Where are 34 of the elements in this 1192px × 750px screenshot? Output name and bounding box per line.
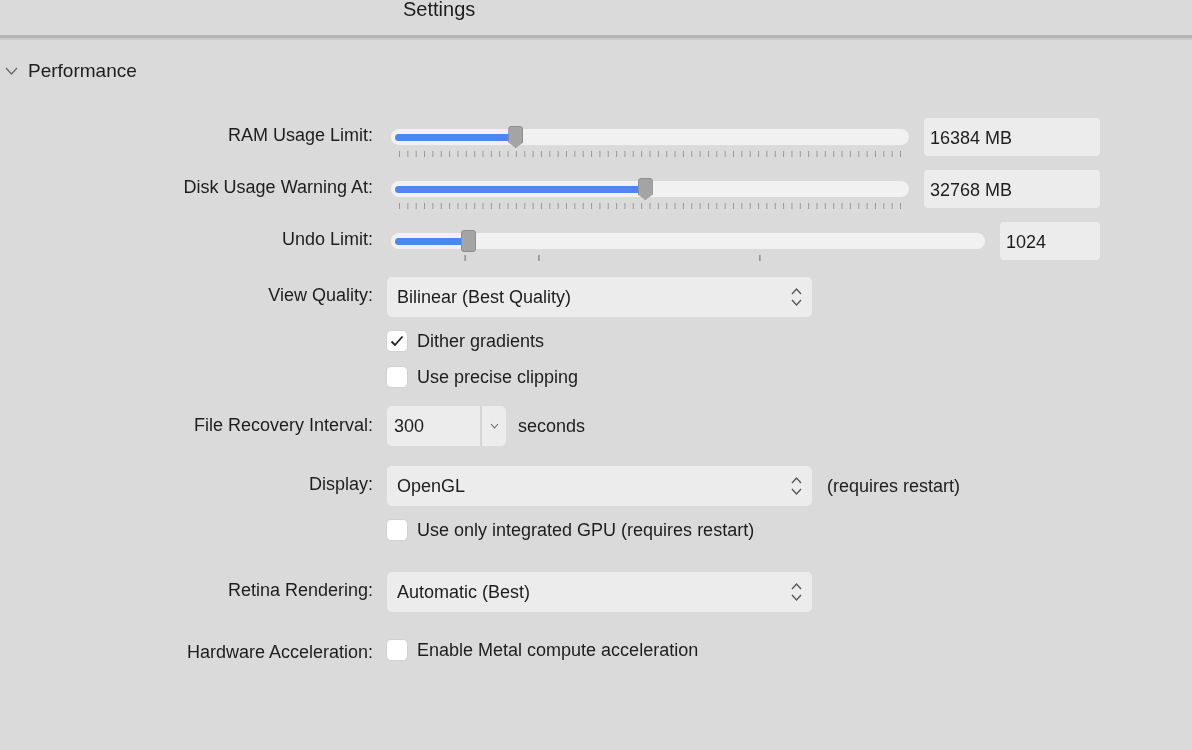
- combo-box[interactable]: 300: [387, 406, 506, 446]
- chevron-down-icon: [489, 423, 499, 429]
- dropdown-select[interactable]: Automatic (Best): [387, 572, 812, 612]
- note-text: (requires restart): [827, 475, 961, 497]
- checkmark-icon: [390, 335, 404, 347]
- slider[interactable]: [391, 177, 909, 201]
- up-down-chevron-icon: [791, 581, 802, 603]
- setting-label: Display:: [308, 473, 373, 495]
- setting-label: Undo Limit:: [281, 228, 373, 250]
- slider-thumb[interactable]: [461, 230, 477, 252]
- setting-label: Hardware Acceleration:: [186, 641, 373, 663]
- dropdown-select[interactable]: OpenGL: [387, 466, 812, 506]
- dropdown-select[interactable]: Bilinear (Best Quality): [387, 277, 812, 317]
- value-field[interactable]: 16384 MB: [924, 118, 1100, 156]
- checkbox[interactable]: Dither gradients: [387, 330, 545, 352]
- window-title: Settings: [403, 0, 476, 21]
- checkbox[interactable]: Use precise clipping: [387, 366, 579, 388]
- value-field[interactable]: 32768 MB: [924, 170, 1100, 208]
- up-down-chevron-icon: [791, 286, 802, 308]
- setting-label: Retina Rendering:: [227, 579, 373, 601]
- up-down-chevron-icon: [791, 475, 802, 497]
- value-field[interactable]: 1024: [1000, 222, 1100, 260]
- slider-thumb[interactable]: [508, 126, 524, 148]
- checkbox[interactable]: Enable Metal compute acceleration: [387, 639, 699, 661]
- setting-label: File Recovery Interval:: [193, 415, 373, 436]
- setting-label: Disk Usage Warning At:: [183, 176, 373, 198]
- setting-label: View Quality:: [268, 284, 373, 306]
- checkbox[interactable]: Use only integrated GPU (requires restart): [387, 519, 755, 541]
- setting-label: RAM Usage Limit:: [227, 124, 373, 146]
- slider[interactable]: [391, 125, 909, 149]
- slider[interactable]: [391, 229, 985, 253]
- section-title[interactable]: Performance: [28, 60, 137, 82]
- unit-text: seconds: [518, 415, 586, 437]
- chevron-down-icon[interactable]: [5, 67, 18, 75]
